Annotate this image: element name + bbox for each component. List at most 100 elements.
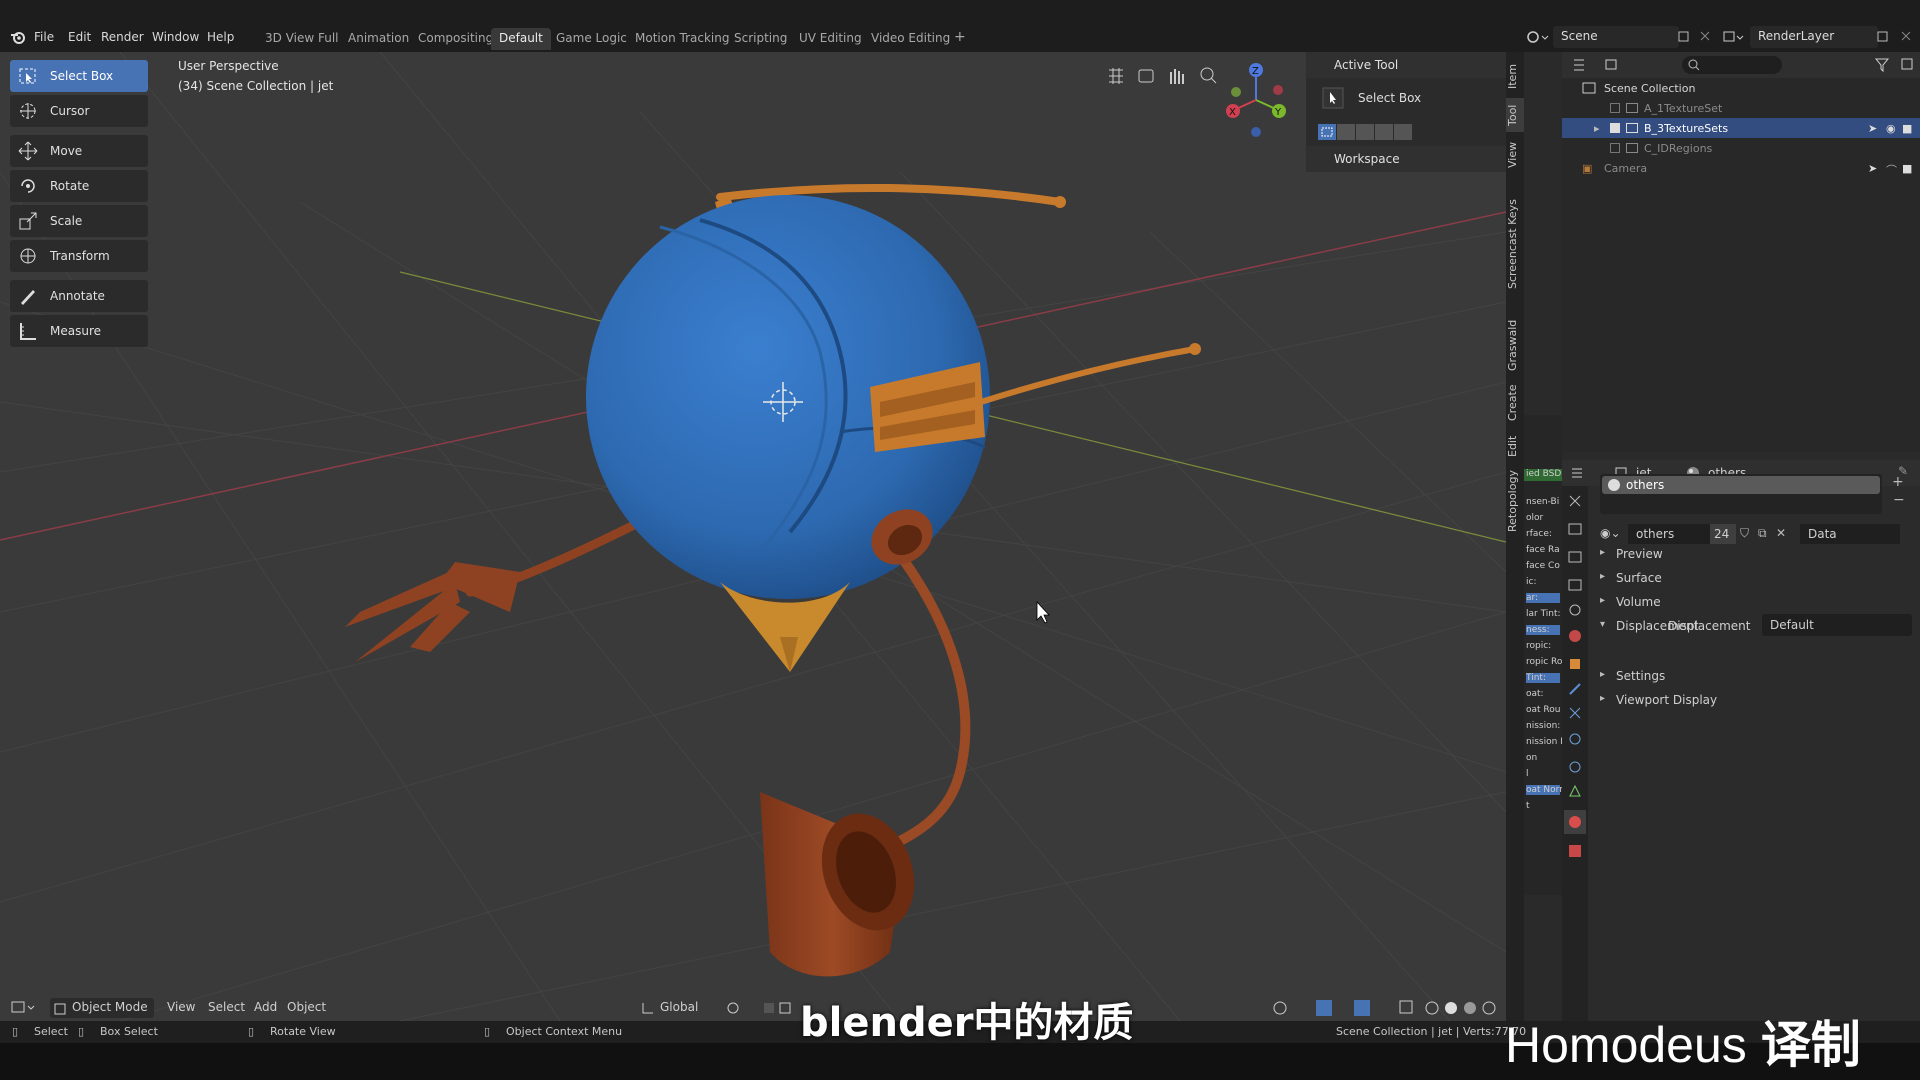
viewport-nav-buttons[interactable] (1105, 64, 1235, 88)
lower-cable (855, 557, 971, 867)
tool-measure[interactable]: Measure (10, 315, 148, 347)
tool-annotate[interactable]: Annotate (10, 280, 148, 312)
menu-file[interactable]: File (34, 30, 54, 44)
node-socket-label: ic: (1526, 577, 1537, 587)
menu-view[interactable]: View (167, 1000, 195, 1014)
checkbox[interactable] (1610, 143, 1620, 153)
tool-select-box[interactable]: Select Box (10, 60, 148, 92)
camera-icon[interactable]: ■ (1902, 162, 1912, 175)
checkbox[interactable] (1610, 103, 1620, 113)
tab-retopology[interactable]: Retopology (1506, 466, 1524, 536)
menu-edit[interactable]: Edit (68, 30, 91, 44)
outliner-row-selected[interactable]: ▸ B_3TextureSets ➤ ◉ ■ (1562, 118, 1920, 138)
editor-type-icon[interactable] (10, 1000, 38, 1016)
section-preview[interactable]: ▸ Preview (1600, 544, 1910, 566)
outliner-row[interactable]: A_1TextureSet (1562, 98, 1920, 118)
3d-viewport[interactable]: Select Box Cursor Move Rotate Scale Tran… (0, 52, 1506, 1021)
menu-window[interactable]: Window (152, 30, 199, 44)
eye-closed-icon[interactable]: ⌒ (1886, 162, 1897, 178)
snapping-icons[interactable] (726, 1000, 796, 1016)
tab-compositing[interactable]: Compositing (410, 28, 501, 50)
menu-select[interactable]: Select (208, 1000, 245, 1014)
tab-graswald[interactable]: Graswald (1506, 314, 1524, 376)
svg-text:Y: Y (1274, 107, 1282, 118)
tab-item[interactable]: Item (1506, 58, 1524, 94)
displacement-field[interactable]: Default (1762, 614, 1912, 636)
viewport-scene[interactable] (0, 52, 1506, 1021)
outliner-row[interactable]: C_IDRegions (1562, 138, 1920, 158)
material-name-field[interactable]: others (1628, 524, 1710, 544)
properties-tab-icons[interactable] (1562, 486, 1588, 906)
select-arrow-icon[interactable]: ➤ (1868, 162, 1877, 175)
tab-view[interactable]: View (1506, 136, 1524, 174)
select-mode-buttons[interactable] (1318, 122, 1418, 142)
tool-move[interactable]: Move (10, 135, 148, 167)
checkbox[interactable] (1610, 123, 1620, 133)
shading-buttons[interactable] (1270, 999, 1506, 1017)
tab-scripting[interactable]: Scripting (726, 28, 795, 50)
material-browse-icon[interactable]: ◉⌄ (1600, 526, 1626, 542)
menu-help[interactable]: Help (207, 30, 234, 44)
tab-screencast-keys[interactable]: Screencast Keys (1506, 178, 1524, 310)
unlink-icon[interactable]: ✕ (1776, 526, 1786, 540)
outliner[interactable]: Scene Collection A_1TextureSet ▸ B_3Text… (1562, 52, 1920, 452)
node-socket-label: face Ra (1526, 545, 1560, 555)
tab-animation[interactable]: Animation (340, 28, 417, 50)
scene-copy-icon[interactable] (1677, 29, 1713, 45)
menu-add[interactable]: Add (254, 1000, 277, 1014)
editor-type-icon[interactable] (1570, 466, 1598, 480)
tab-motion-tracking[interactable]: Motion Tracking (627, 28, 737, 50)
material-slot-list[interactable]: others (1600, 474, 1882, 514)
section-surface[interactable]: ▸ Surface (1600, 568, 1910, 590)
add-workspace-button[interactable]: + (946, 26, 974, 48)
axis-gizmo[interactable]: Z Y X (1220, 60, 1290, 144)
menu-render[interactable]: Render (101, 30, 144, 44)
material-slot-row[interactable]: others (1602, 476, 1880, 494)
tool-transform[interactable]: Transform (10, 240, 148, 272)
tool-rotate[interactable]: Rotate (10, 170, 148, 202)
tool-scale[interactable]: Scale (10, 205, 148, 237)
renderlayer-field[interactable]: RenderLayer (1750, 26, 1878, 48)
outliner-row[interactable]: ▣ Camera ➤ ⌒ ■ (1562, 158, 1920, 178)
section-viewport-display[interactable]: ▸ Viewport Display (1600, 690, 1910, 712)
section-volume[interactable]: ▸ Volume (1600, 592, 1910, 614)
user-count[interactable]: 24 (1710, 524, 1736, 544)
tab-video-editing[interactable]: Video Editing (863, 28, 958, 50)
display-mode-icon[interactable] (1572, 57, 1632, 73)
node-socket-label: nission I (1526, 737, 1562, 747)
renderlayer-copy-icon[interactable] (1876, 29, 1916, 45)
node-socket-label: nsen-Bi (1526, 497, 1560, 507)
tab-3d-view-full[interactable]: 3D View Full (257, 28, 347, 50)
active-tool-panel-header[interactable]: Active Tool (1306, 52, 1506, 78)
orientation-select[interactable]: Global (660, 1000, 698, 1014)
tab-game-logic[interactable]: Game Logic (548, 28, 635, 50)
expand-arrow-icon[interactable]: ▸ (1594, 122, 1600, 135)
outliner-root-row[interactable]: Scene Collection (1562, 78, 1920, 98)
duplicate-icon[interactable]: ⧉ (1758, 526, 1767, 541)
blender-logo-icon[interactable] (10, 29, 26, 45)
menu-object[interactable]: Object (287, 1000, 326, 1014)
tab-default[interactable]: Default (491, 28, 551, 50)
link-select[interactable]: Data (1800, 524, 1900, 544)
tab-create[interactable]: Create (1506, 378, 1524, 428)
add-slot-button[interactable]: + (1892, 474, 1904, 490)
node-socket-label: t (1526, 801, 1530, 811)
properties-editor[interactable]: jet others ✎ others + − ◉⌄ others 24 ⛉ ⧉… (1562, 460, 1920, 1021)
renderlayer-browse-icon[interactable] (1722, 29, 1746, 45)
grid-view-icon (1109, 68, 1123, 84)
scene-browse-icon[interactable] (1525, 29, 1549, 45)
scene-field[interactable]: Scene (1553, 26, 1679, 48)
tab-uv-editing[interactable]: UV Editing (791, 28, 870, 50)
remove-slot-button[interactable]: − (1893, 492, 1905, 508)
section-settings[interactable]: ▸ Settings (1600, 666, 1910, 688)
tool-label: Measure (50, 324, 101, 338)
workspace-panel-header[interactable]: Workspace (1306, 146, 1506, 172)
camera-icon[interactable]: ■ (1902, 122, 1912, 135)
select-arrow-icon[interactable]: ➤ (1868, 122, 1877, 135)
tool-cursor[interactable]: Cursor (10, 95, 148, 127)
eye-icon[interactable]: ◉ (1886, 122, 1896, 135)
filter-icon[interactable] (1874, 57, 1914, 73)
tab-tool[interactable]: Tool (1506, 98, 1524, 132)
fake-user-icon[interactable]: ⛉ (1740, 526, 1749, 541)
tab-edit[interactable]: Edit (1506, 430, 1524, 462)
